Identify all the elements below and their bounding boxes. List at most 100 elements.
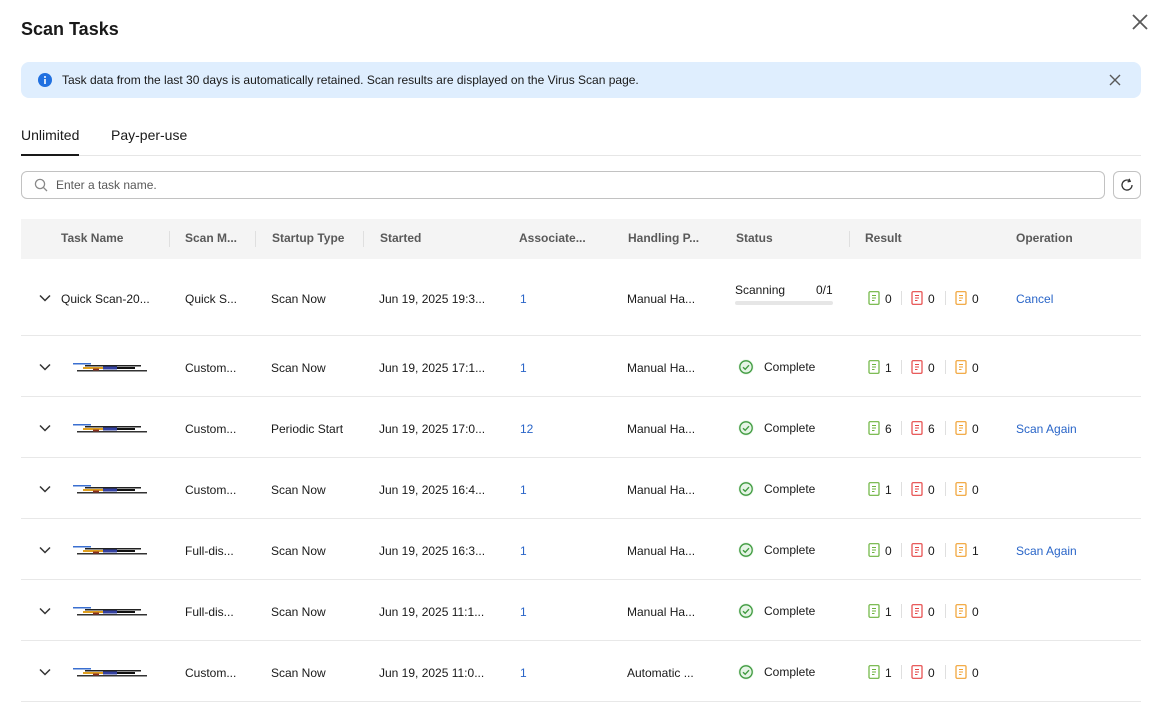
scan-mode: Custom... [185, 422, 237, 436]
result-count: 6 [928, 422, 935, 436]
refresh-icon [1121, 178, 1133, 191]
result-count: 6 [885, 422, 892, 436]
header-handling-policy[interactable]: Handling P... [628, 231, 699, 245]
header-result[interactable]: Result [865, 231, 902, 245]
scan-mode: Full-dis... [185, 605, 234, 619]
redacted-task-name [73, 544, 147, 556]
associated-count-link[interactable]: 1 [520, 666, 527, 680]
header-status[interactable]: Status [736, 231, 773, 245]
cancel-button[interactable]: Cancel [1016, 292, 1053, 306]
result-separator [945, 360, 946, 374]
redacted-task-name [73, 361, 147, 373]
refresh-button[interactable] [1113, 171, 1141, 199]
result-count: 0 [885, 544, 892, 558]
status-text: Complete [764, 604, 816, 618]
result-count: 1 [885, 361, 892, 375]
result-count: 0 [972, 292, 979, 306]
result-separator [901, 360, 902, 374]
result-separator [901, 421, 902, 435]
started-time: Jun 19, 2025 19:3... [379, 292, 486, 306]
result-count: 0 [928, 483, 935, 497]
associated-count-link[interactable]: 1 [520, 544, 527, 558]
redacted-task-name [73, 605, 147, 617]
result-separator [901, 665, 902, 679]
check-circle-icon [738, 664, 754, 680]
chevron-down-icon[interactable] [38, 421, 52, 435]
startup-type: Scan Now [271, 292, 326, 306]
result-separator [945, 482, 946, 496]
header-scan-mode[interactable]: Scan M... [185, 231, 237, 245]
header-separator [363, 231, 364, 247]
header-operation: Operation [1016, 231, 1073, 245]
header-associated[interactable]: Associate... [519, 231, 586, 245]
startup-type: Scan Now [271, 666, 326, 680]
result-count: 1 [885, 605, 892, 619]
scan-again-button[interactable]: Scan Again [1016, 544, 1077, 558]
started-time: Jun 19, 2025 17:1... [379, 361, 486, 375]
scan-mode: Custom... [185, 361, 237, 375]
result-count: 1 [885, 666, 892, 680]
notice-message: Task data from the last 30 days is autom… [62, 73, 639, 87]
result-count: 0 [928, 605, 935, 619]
check-circle-icon [738, 420, 754, 436]
associated-count-link[interactable]: 12 [520, 422, 533, 436]
chevron-down-icon[interactable] [38, 543, 52, 557]
started-time: Jun 19, 2025 11:0... [379, 666, 485, 680]
status-text: Complete [764, 665, 816, 679]
status-text: Complete [764, 360, 816, 374]
handling-policy: Manual Ha... [627, 361, 696, 375]
status-text: Complete [764, 543, 816, 557]
tab-bar: Unlimited Pay-per-use [21, 127, 1141, 156]
handling-policy: Automatic ... [627, 666, 694, 680]
chevron-down-icon[interactable] [38, 360, 52, 374]
handling-policy: Manual Ha... [627, 483, 696, 497]
table-header: Task Name Scan M... Startup Type Started… [21, 219, 1141, 259]
chevron-down-icon[interactable] [38, 604, 52, 618]
table-row: Custom... Scan Now Jun 19, 2025 16:4... 1 Ma… [21, 458, 1141, 519]
scan-again-button[interactable]: Scan Again [1016, 422, 1077, 436]
header-started[interactable]: Started [380, 231, 421, 245]
associated-count-link[interactable]: 1 [520, 361, 527, 375]
tab-unlimited[interactable]: Unlimited [21, 127, 80, 156]
started-time: Jun 19, 2025 11:1... [379, 605, 485, 619]
chevron-down-icon[interactable] [38, 482, 52, 496]
info-icon [38, 73, 52, 87]
status-text: Complete [764, 482, 816, 496]
result-separator [901, 543, 902, 557]
startup-type: Scan Now [271, 361, 326, 375]
result-separator [945, 421, 946, 435]
chevron-down-icon[interactable] [38, 665, 52, 679]
result-count: 0 [972, 483, 979, 497]
associated-count-link[interactable]: 1 [520, 292, 527, 306]
notice-banner: Task data from the last 30 days is autom… [21, 62, 1141, 98]
check-circle-icon [738, 603, 754, 619]
result-count: 0 [928, 292, 935, 306]
result-separator [901, 482, 902, 496]
started-time: Jun 19, 2025 17:0... [379, 422, 486, 436]
scan-mode: Quick S... [185, 292, 238, 306]
close-icon[interactable] [1108, 73, 1122, 87]
tab-pay-per-use[interactable]: Pay-per-use [111, 127, 187, 154]
scan-mode: Custom... [185, 666, 237, 680]
search-input[interactable] [56, 175, 1086, 195]
page-title: Scan Tasks [21, 19, 119, 39]
header-task-name[interactable]: Task Name [61, 231, 123, 245]
check-circle-icon [738, 359, 754, 375]
associated-count-link[interactable]: 1 [520, 483, 527, 497]
redacted-task-name [73, 666, 147, 678]
close-icon[interactable] [1128, 10, 1152, 34]
table-row: Custom... Periodic Start Jun 19, 2025 17:0… [21, 397, 1141, 458]
started-time: Jun 19, 2025 16:4... [379, 483, 486, 497]
associated-count-link[interactable]: 1 [520, 605, 527, 619]
header-separator [849, 231, 850, 247]
result-count: 1 [972, 544, 979, 558]
handling-policy: Manual Ha... [627, 292, 696, 306]
table-row: Custom... Scan Now Jun 19, 2025 11:0... 1 Au… [21, 641, 1141, 702]
check-circle-icon [738, 481, 754, 497]
scan-mode: Custom... [185, 483, 237, 497]
header-startup-type[interactable]: Startup Type [272, 231, 344, 245]
startup-type: Periodic Start [271, 422, 344, 436]
startup-type: Scan Now [271, 605, 326, 619]
chevron-down-icon[interactable] [38, 291, 52, 305]
table-row: Custom... Scan Now Jun 19, 2025 17:1... 1 Ma… [21, 336, 1141, 397]
